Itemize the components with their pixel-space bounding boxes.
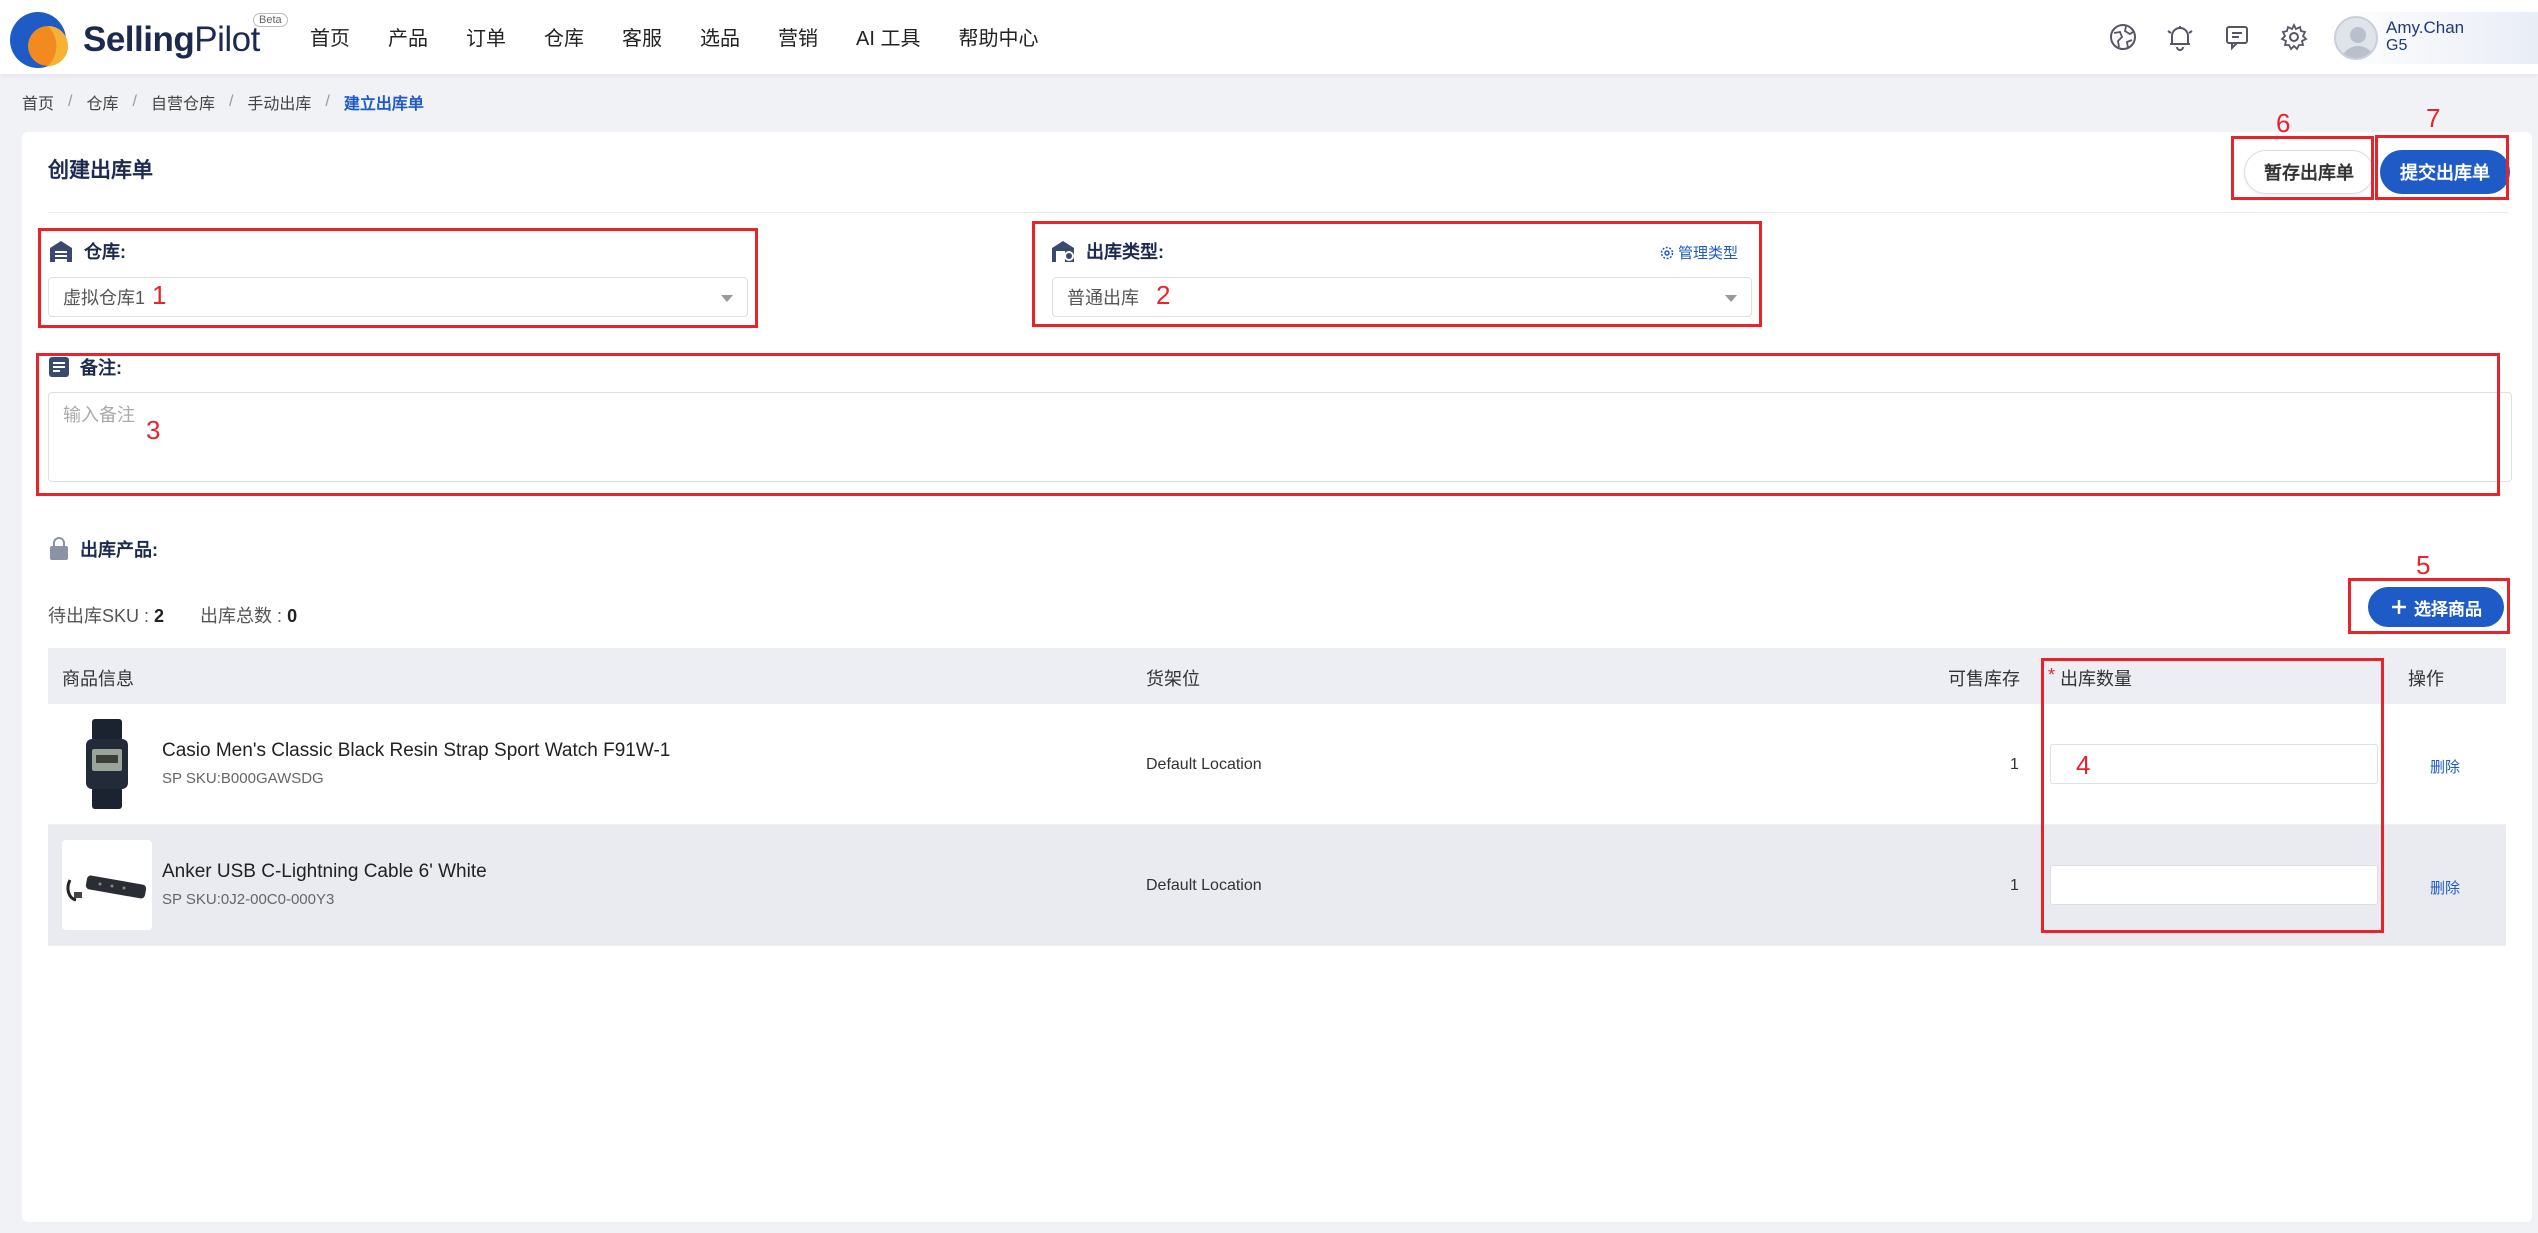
- page-title: 创建出库单: [48, 159, 153, 182]
- beta-badge: Beta: [253, 13, 288, 27]
- gear-icon[interactable]: [2277, 20, 2311, 54]
- main-menu: 首页 产品 订单 仓库 客服 选品 营销 AI 工具 帮助中心: [310, 22, 1076, 51]
- breadcrumb-own-warehouse[interactable]: 自营仓库: [151, 90, 215, 114]
- divider: [48, 212, 2508, 213]
- annotation-number-7: 7: [2426, 103, 2441, 133]
- pending-sku-count: 待出库SKU : 2: [48, 606, 165, 626]
- annotation-box-3: [36, 353, 2500, 496]
- product-image: [62, 840, 152, 930]
- breadcrumb-home[interactable]: 首页: [22, 90, 54, 114]
- header-product-info: 商品信息: [62, 669, 134, 689]
- annotation-box-6: [2231, 136, 2374, 200]
- delete-link[interactable]: 删除: [2430, 756, 2460, 777]
- menu-help-center[interactable]: 帮助中心: [958, 22, 1038, 51]
- product-sku: SP SKU:0J2-00C0-000Y3: [162, 891, 335, 908]
- breadcrumb-separator: /: [132, 93, 137, 110]
- product-stock: 1: [2010, 877, 2019, 894]
- annotation-number-4: 4: [2076, 750, 2091, 780]
- annotation-box-1: [38, 228, 758, 328]
- annotation-box-4: [2041, 658, 2384, 933]
- logo-mark-icon: [10, 12, 68, 68]
- products-label: 出库产品:: [48, 536, 158, 562]
- globe-icon[interactable]: [2106, 20, 2140, 54]
- breadcrumb-separator: /: [325, 93, 330, 110]
- message-icon[interactable]: [2220, 20, 2254, 54]
- sellingpilot-logo[interactable]: SellingPilot Beta: [8, 8, 288, 68]
- annotation-number-3: 3: [146, 415, 161, 445]
- breadcrumb-manual-outbound[interactable]: 手动出库: [247, 90, 311, 114]
- avatar: [2334, 16, 2378, 60]
- header-stock: 可售库存: [1948, 669, 2020, 689]
- annotation-box-5: [2348, 578, 2510, 634]
- product-name[interactable]: Casio Men's Classic Black Resin Strap Sp…: [162, 740, 670, 762]
- breadcrumb-warehouse[interactable]: 仓库: [86, 90, 118, 114]
- menu-customer-service[interactable]: 客服: [622, 22, 662, 51]
- menu-home[interactable]: 首页: [310, 22, 350, 51]
- bell-icon[interactable]: [2163, 20, 2197, 54]
- menu-warehouse[interactable]: 仓库: [544, 22, 584, 51]
- product-location: Default Location: [1146, 877, 1262, 894]
- annotation-number-5: 5: [2416, 550, 2431, 580]
- top-navigation: SellingPilot Beta 首页 产品 订单 仓库 客服 选品 营销 A…: [0, 0, 2538, 74]
- menu-marketing[interactable]: 营销: [778, 22, 818, 51]
- product-stock: 1: [2010, 756, 2019, 773]
- products-label-text: 出库产品:: [80, 540, 158, 560]
- outbound-total-count: 出库总数 : 0: [200, 606, 298, 626]
- menu-product-selection[interactable]: 选品: [700, 22, 740, 51]
- breadcrumb-current: 建立出库单: [343, 96, 424, 113]
- header-action: 操作: [2408, 669, 2444, 689]
- user-plan: G5: [2386, 37, 2408, 54]
- header-location: 货架位: [1146, 669, 1200, 689]
- menu-products[interactable]: 产品: [388, 22, 428, 51]
- annotation-box-7: [2375, 135, 2509, 200]
- watch-image: [86, 719, 128, 809]
- user-name: Amy.Chan: [2386, 18, 2465, 37]
- annotation-box-2: [1032, 221, 1762, 327]
- breadcrumb: 首页 / 仓库 / 自营仓库 / 手动出库 / 建立出库单: [22, 90, 424, 114]
- user-avatar-icon: [2342, 27, 2374, 58]
- menu-orders[interactable]: 订单: [466, 22, 506, 51]
- menu-ai-tools[interactable]: AI 工具: [856, 22, 920, 51]
- product-sku: SP SKU:B000GAWSDG: [162, 770, 324, 787]
- breadcrumb-separator: /: [68, 93, 73, 110]
- annotation-number-1: 1: [152, 280, 167, 310]
- user-menu[interactable]: Amy.Chan G5: [2330, 12, 2538, 64]
- annotation-number-6: 6: [2276, 108, 2291, 138]
- product-counts: 待出库SKU : 2 出库总数 : 0: [48, 602, 297, 628]
- annotation-number-2: 2: [1156, 280, 1171, 310]
- logo-text: SellingPilot: [83, 20, 260, 59]
- product-image: [62, 719, 152, 809]
- product-location: Default Location: [1146, 756, 1262, 773]
- breadcrumb-separator: /: [228, 93, 234, 110]
- delete-link[interactable]: 删除: [2430, 877, 2460, 898]
- lock-bag-icon: [50, 537, 68, 560]
- usb-hub-image: [66, 875, 147, 902]
- product-name[interactable]: Anker USB C-Lightning Cable 6' White: [162, 861, 487, 883]
